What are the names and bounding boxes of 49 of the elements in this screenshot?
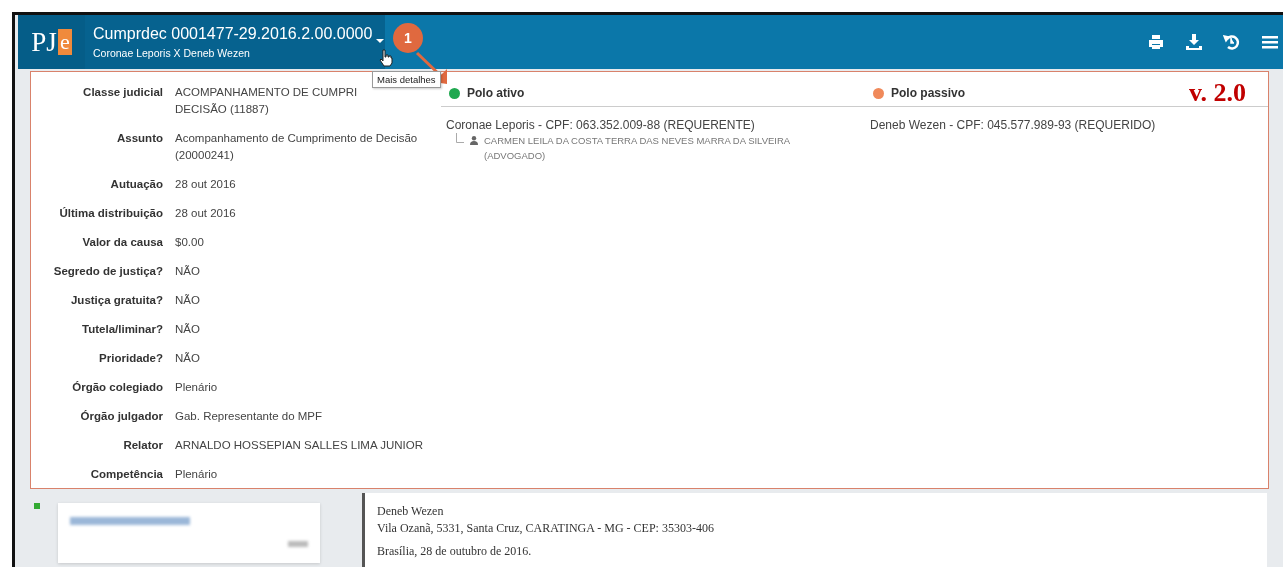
menu-icon[interactable] [1261, 33, 1279, 51]
field-label: Órgão julgador [79, 409, 163, 424]
history-icon[interactable] [1223, 33, 1241, 51]
lawyer-name: CARMEN LEILA DA COSTA TERRA DAS NEVES MARRA DA SILVEIRA (ADVOGADO) [484, 134, 791, 163]
field-value: NÃO [175, 322, 200, 337]
print-icon[interactable] [1147, 33, 1165, 51]
case-number: Cumprdec 0001477-29.2016.2.00.0000 [93, 25, 373, 43]
field-label: Última distribuição [58, 206, 163, 221]
tooltip: Mais detalhes [372, 71, 441, 88]
caret-icon[interactable] [376, 39, 385, 43]
field-label: Assunto [116, 131, 163, 146]
field-value: NÃO [175, 351, 200, 366]
blurred-time [288, 541, 308, 547]
field-label: Prioridade? [98, 351, 163, 366]
field-value: 28 out 2016 [175, 206, 236, 221]
document-line: Brasília, 28 de outubro de 2016. [377, 543, 533, 560]
field-label: Órgão colegiado [71, 380, 163, 395]
field-value: Plenário [175, 380, 218, 395]
field-label: Autuação [109, 177, 163, 192]
field-label: Relator [122, 438, 163, 453]
field-value: DECISÃO (11887) [175, 102, 269, 117]
download-icon[interactable] [1185, 33, 1203, 51]
pole-heading: Polo ativo [467, 86, 525, 100]
field-value: NÃO [175, 264, 200, 279]
user-icon [470, 136, 478, 145]
version-label: v. 2.0 [1188, 78, 1246, 108]
status-marker [34, 503, 40, 509]
party-name: Coronae Leporis - CPF: 063.352.009-88 (REQUERENTE) [446, 117, 756, 133]
party-name: Deneb Wezen - CPF: 045.577.989-93 (REQUERIDO) [870, 117, 1157, 133]
field-value: NÃO [175, 293, 200, 308]
field-value: $0.00 [175, 235, 204, 250]
field-value: Acompanhamento de Cumprimento de Decisão (20000241) [175, 131, 419, 163]
field-label: Tutela/liminar? [81, 322, 163, 337]
field-label: Valor da causa [81, 235, 163, 250]
field-label: Competência [89, 467, 163, 482]
field-label: Classe judicial [82, 85, 163, 100]
field-value: Plenário [175, 467, 218, 482]
hand-cursor-icon [379, 49, 393, 67]
field-label: Segredo de justiça? [52, 264, 163, 279]
field-value: ACOMPANHAMENTO DE CUMPRI [175, 85, 358, 100]
field-value: ARNALDO HOSSEPIAN SALLES LIMA JUNIOR [175, 438, 423, 453]
pole-heading: Polo passivo [891, 86, 966, 100]
field-value: 28 out 2016 [175, 177, 236, 192]
field-label: Justiça gratuita? [69, 293, 163, 308]
document-line: Vila Ozanã, 5331, Santa Cruz, CARATINGA - MG - CEP: 35303-406 [377, 520, 715, 537]
document-line: Deneb Wezen [377, 503, 445, 520]
tree-connector-icon [456, 133, 464, 143]
field-value: Gab. Representante do MPF [175, 409, 323, 424]
case-parties: Coronae Leporis X Deneb Wezen [93, 47, 251, 59]
